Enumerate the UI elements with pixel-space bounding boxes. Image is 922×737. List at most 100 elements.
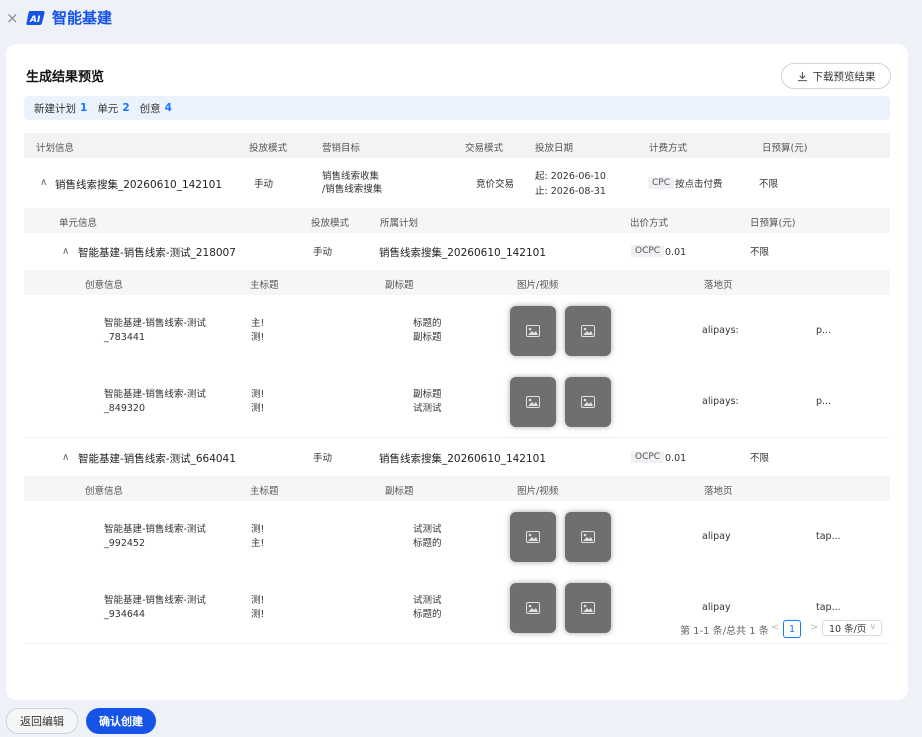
back-edit-button[interactable]: 返回编辑 [6, 708, 78, 734]
creative-id: _783441 [104, 332, 146, 343]
creative-subtitle: 试测试 [413, 595, 442, 606]
creative-title: 测! [251, 403, 265, 414]
image-thumbnail[interactable] [565, 583, 611, 633]
close-icon[interactable]: × [6, 9, 19, 27]
next-page-icon[interactable]: > [810, 622, 818, 633]
collapse-caret-icon[interactable]: ∧ [62, 452, 69, 463]
image-thumbnail[interactable] [510, 306, 556, 356]
image-icon [526, 325, 540, 337]
creative-name: 智能基建-销售线索-测试 [104, 389, 206, 400]
creative-title: 测! [251, 524, 265, 535]
creative-id: _992452 [104, 538, 146, 549]
landing-page-extra: tap... [816, 531, 841, 542]
landing-page-extra: p... [816, 396, 832, 407]
image-icon [581, 396, 595, 408]
creative-id: _934644 [104, 609, 146, 620]
image-icon [526, 602, 540, 614]
plan-header: 计划信息 投放模式 营销目标 交易模式 投放日期 计费方式 日预算(元) [24, 133, 890, 158]
plan-row: ∧ 销售线索搜集_20260610_142101 手动 销售线索收集/销售线索搜集 竞价… [24, 158, 890, 209]
unit-header: 单元信息 投放模式 所属计划 出价方式 日预算(元) [24, 208, 890, 233]
unit-budget: 不限 [750, 453, 770, 464]
creative-header-cell: 主标题 [250, 486, 279, 497]
chevron-down-icon: ∨ [869, 622, 876, 632]
unit-row: ∧ 智能基建-销售线索-测试_218007 手动 销售线索搜集_20260610_14… [24, 233, 890, 271]
page-size-select[interactable]: 10 条/页 ∨ [822, 620, 882, 636]
creative-header-cell: 创意信息 [85, 486, 124, 497]
unit-header-cell: 投放模式 [311, 218, 350, 229]
creative-id: _849320 [104, 403, 146, 414]
image-thumbnail[interactable] [565, 306, 611, 356]
confirm-create-button[interactable]: 确认创建 [86, 708, 156, 734]
bid-tag: OCPC [631, 245, 665, 257]
unit-plan: 销售线索搜集_20260610_142101 [379, 453, 547, 465]
creative-header-cell: 落地页 [704, 280, 733, 291]
creative-header-cell: 主标题 [250, 280, 279, 291]
creative-header: 创意信息 主标题 副标题 图片/视频 落地页 [24, 270, 890, 295]
image-thumbnail[interactable] [565, 377, 611, 427]
prev-page-icon[interactable]: < [771, 622, 779, 633]
ai-logo-icon: AI [26, 11, 45, 25]
plan-budget: 不限 [759, 179, 779, 190]
creative-subtitle: 标题的 [413, 538, 442, 549]
creative-subtitle: 试测试 [413, 524, 442, 535]
creative-title: 主! [251, 538, 265, 549]
plan-header-cell: 交易模式 [465, 143, 504, 154]
unit-name: 智能基建-销售线索-测试_664041 [78, 453, 236, 465]
brand-title: 智能基建 [52, 9, 113, 27]
unit-plan: 销售线索搜集_20260610_142101 [379, 247, 547, 259]
bid-tag: OCPC [631, 451, 665, 463]
preview-table: 计划信息 投放模式 营销目标 交易模式 投放日期 计费方式 日预算(元) ∧ 销售线索搜集_20… [6, 44, 908, 644]
image-thumbnail[interactable] [565, 512, 611, 562]
plan-mode: 手动 [254, 179, 274, 190]
billing-tag: CPC [648, 177, 674, 189]
creative-header-cell: 图片/视频 [517, 486, 559, 497]
svg-text:AI: AI [29, 15, 41, 25]
unit-name: 智能基建-销售线索-测试_218007 [78, 247, 236, 259]
collapse-caret-icon[interactable]: ∧ [40, 177, 47, 188]
plan-start-date: 起: 2026-06-10 [535, 171, 606, 182]
unit-header-cell: 日预算(元) [750, 218, 796, 229]
unit-header-cell: 出价方式 [630, 218, 669, 229]
landing-page: alipays: [702, 396, 739, 407]
landing-page-extra: p... [816, 325, 832, 336]
plan-header-cell: 投放模式 [249, 143, 288, 154]
creative-row: 智能基建-销售线索-测试 _783441 主! 测! 标题的 副标题 alipays: p..… [24, 295, 890, 367]
creative-row: 智能基建-销售线索-测试 _992452 测! 主! 试测试 标题的 alipay tap..… [24, 501, 890, 573]
landing-page: alipay [702, 602, 731, 613]
unit-mode: 手动 [313, 453, 333, 464]
creative-header-cell: 副标题 [385, 486, 414, 497]
image-thumbnail[interactable] [510, 512, 556, 562]
creative-title: 测! [251, 609, 265, 620]
creative-header-cell: 落地页 [704, 486, 733, 497]
plan-header-cell: 日预算(元) [762, 143, 808, 154]
creative-row: 智能基建-销售线索-测试 _849320 测! 测! 副标题试测试 alipays: p..… [24, 366, 890, 438]
creative-name: 智能基建-销售线索-测试 [104, 318, 206, 329]
creative-header: 创意信息 主标题 副标题 图片/视频 落地页 [24, 476, 890, 501]
image-thumbnail[interactable] [510, 583, 556, 633]
collapse-caret-icon[interactable]: ∧ [62, 246, 69, 257]
plan-trade-mode: 竞价交易 [476, 179, 515, 190]
creative-subtitle: 标题的 [413, 609, 442, 620]
unit-mode: 手动 [313, 247, 333, 258]
image-icon [526, 396, 540, 408]
image-thumbnail[interactable] [510, 377, 556, 427]
landing-page-extra: tap... [816, 602, 841, 613]
plan-header-cell: 计费方式 [649, 143, 688, 154]
creative-title: 主! [251, 318, 265, 329]
landing-page: alipays: [702, 325, 739, 336]
creative-subtitle: 副标题 [413, 389, 442, 400]
plan-goal: 销售线索收集 [322, 171, 380, 182]
plan-name: 销售线索搜集_20260610_142101 [55, 179, 223, 191]
unit-budget: 不限 [750, 247, 770, 258]
image-icon [526, 531, 540, 543]
plan-header-cell: 计划信息 [36, 143, 75, 154]
creative-subtitle: 试测试 [413, 403, 442, 414]
landing-page: alipay [702, 531, 731, 542]
creative-title: 测! [251, 389, 265, 400]
plan-header-cell: 投放日期 [535, 143, 574, 154]
page-number-button[interactable]: 1 [783, 620, 801, 638]
unit-header-cell: 所属计划 [380, 218, 419, 229]
unit-row: ∧ 智能基建-销售线索-测试_664041 手动 销售线索搜集_20260610_14… [24, 439, 890, 477]
creative-subtitle: 标题的 [413, 318, 442, 329]
image-icon [581, 602, 595, 614]
